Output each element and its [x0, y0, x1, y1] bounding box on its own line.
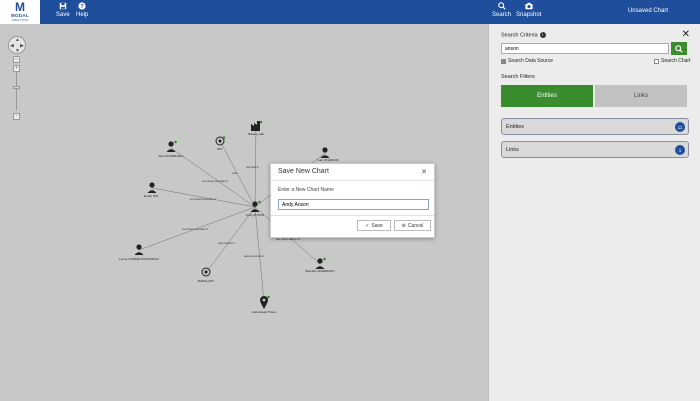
- svg-text:Emilio IPO: Emilio IPO: [144, 194, 159, 198]
- person-icon: [322, 147, 328, 153]
- graph-node-person[interactable]: Emilio IPO: [144, 182, 159, 198]
- graph-node-building[interactable]: Battery Hall: [248, 120, 264, 136]
- save-chart-dialog: Save New Chart ✕ Enter a New Chart Name …: [270, 163, 435, 238]
- save-label: Save: [56, 12, 70, 18]
- results-links-row[interactable]: Links 1: [501, 141, 689, 158]
- graph-node-location[interactable]: Homestead Prison: [252, 295, 277, 314]
- dialog-cancel-button[interactable]: ⊘ Cancel: [394, 220, 431, 231]
- logo-sub: ANALYTICS: [11, 18, 29, 22]
- dialog-title: Save New Chart: [278, 168, 329, 175]
- person-icon: [149, 182, 155, 188]
- logo-mark: M: [15, 0, 25, 14]
- edge-label: has visited address of: [276, 238, 300, 241]
- graph-node-person[interactable]: Brandon ANDERSON: [305, 257, 335, 273]
- pan-left-icon[interactable]: ◀: [10, 43, 14, 49]
- results-entities-row[interactable]: Entities 11: [501, 118, 689, 135]
- info-icon[interactable]: i: [539, 32, 546, 38]
- graph-node-person[interactable]: Lenny LOWERLOCKDESIGN: [119, 244, 159, 261]
- pan-control[interactable]: ▲ ▼ ◀ ▶: [8, 36, 26, 54]
- edge-label: has lived at: [246, 166, 259, 169]
- svg-text:Ivan JOHNSON: Ivan JOHNSON: [317, 158, 338, 162]
- edge-label: visits: [232, 172, 238, 175]
- close-icon[interactable]: ✕: [421, 168, 427, 176]
- count-badge: 11: [675, 122, 685, 132]
- dialog-save-button[interactable]: ✓ Save: [357, 220, 391, 231]
- search-panel: ✕ Search Criteriai Search Data Source Se…: [488, 24, 700, 401]
- graph-node-offence[interactable]: BURGLARY: [198, 267, 214, 283]
- person-icon: [252, 201, 258, 207]
- snapshot-label: Snapshot: [516, 12, 542, 18]
- search-data-source-checkbox[interactable]: Search Data Source: [501, 58, 553, 64]
- search-icon: [497, 2, 506, 10]
- map-pin-icon: [260, 296, 268, 309]
- pan-right-icon[interactable]: ▶: [20, 43, 24, 49]
- search-toolbar-button[interactable]: Search: [492, 2, 511, 22]
- search-filters-heading: Search Filters: [501, 74, 535, 80]
- chart-status: Unsaved Chart: [627, 8, 668, 14]
- svg-text:Lenny LOWERLOCKDESIGN: Lenny LOWERLOCKDESIGN: [119, 257, 159, 261]
- check-icon: ✓: [365, 222, 370, 229]
- divider: [271, 215, 434, 216]
- close-panel-icon[interactable]: ✕: [682, 29, 690, 40]
- search-criteria-heading: Search Criteria i: [501, 32, 546, 38]
- svg-text:Homestead Prison: Homestead Prison: [252, 310, 277, 314]
- help-label: Help: [76, 12, 89, 18]
- snapshot-button[interactable]: Snapshot: [516, 2, 541, 22]
- svg-text:B/C: B/C: [217, 147, 223, 151]
- edge-label: is a known associate of: [202, 180, 228, 183]
- help-button[interactable]: ? Help: [76, 2, 88, 22]
- divider: [271, 180, 434, 181]
- checkbox-box[interactable]: [654, 58, 659, 64]
- zoom-out-icon[interactable]: −: [13, 113, 20, 120]
- person-icon: [317, 258, 323, 264]
- svg-text:Brandon ANDERSON: Brandon ANDERSON: [305, 269, 334, 273]
- person-icon: [136, 244, 142, 250]
- search-label: Search: [492, 12, 512, 18]
- zoom-handle[interactable]: [13, 86, 20, 89]
- checkbox-box[interactable]: [501, 58, 506, 64]
- zoom-slider[interactable]: ⌂ + −: [13, 56, 20, 122]
- svg-text:Sam ROGERSELL: Sam ROGERSELL: [158, 154, 184, 158]
- graph-node-person[interactable]: Ivan JOHNSON: [317, 147, 339, 162]
- tab-entities[interactable]: Entities: [501, 85, 593, 107]
- edge-label: was sentenced at: [244, 255, 264, 258]
- app-logo[interactable]: M MODAL ANALYTICS: [0, 0, 40, 24]
- zoom-in-icon[interactable]: +: [13, 65, 20, 72]
- top-toolbar: M MODAL ANALYTICS Save ? Help Search Sna…: [0, 0, 700, 24]
- pan-down-icon[interactable]: ▼: [15, 48, 20, 54]
- chart-name-label: Enter a New Chart Name: [278, 187, 334, 193]
- zoom-control: ▲ ▼ ◀ ▶ ⌂ + −: [8, 36, 28, 120]
- search-input[interactable]: [501, 43, 669, 54]
- save-button[interactable]: Save: [56, 2, 70, 22]
- svg-text:Battery Hall: Battery Hall: [248, 132, 264, 136]
- chart-name-input[interactable]: [278, 199, 429, 210]
- help-icon: ?: [78, 2, 86, 10]
- zoom-track-line: [16, 72, 17, 110]
- camera-icon: [525, 2, 533, 10]
- graph-node-person[interactable]: Sam ROGERSELL: [158, 140, 184, 158]
- svg-text:BURGLARY: BURGLARY: [198, 279, 214, 283]
- edge-label: is a known associate of: [182, 228, 208, 231]
- edge-label: was suspect of: [218, 242, 235, 245]
- tab-links[interactable]: Links: [595, 85, 687, 107]
- count-badge: 1: [675, 145, 685, 155]
- edge-label: is a known associate of: [190, 198, 216, 201]
- factory-icon: [251, 121, 260, 131]
- search-chart-checkbox[interactable]: Search Chart: [654, 58, 690, 64]
- save-icon: [59, 2, 67, 10]
- person-icon: [168, 141, 174, 147]
- svg-text:?: ?: [80, 4, 84, 10]
- cancel-icon: ⊘: [401, 222, 406, 229]
- search-submit-button[interactable]: [671, 42, 687, 55]
- svg-text:Andy ANSON: Andy ANSON: [246, 213, 264, 217]
- search-icon: [675, 44, 683, 53]
- home-icon[interactable]: ⌂: [13, 56, 20, 63]
